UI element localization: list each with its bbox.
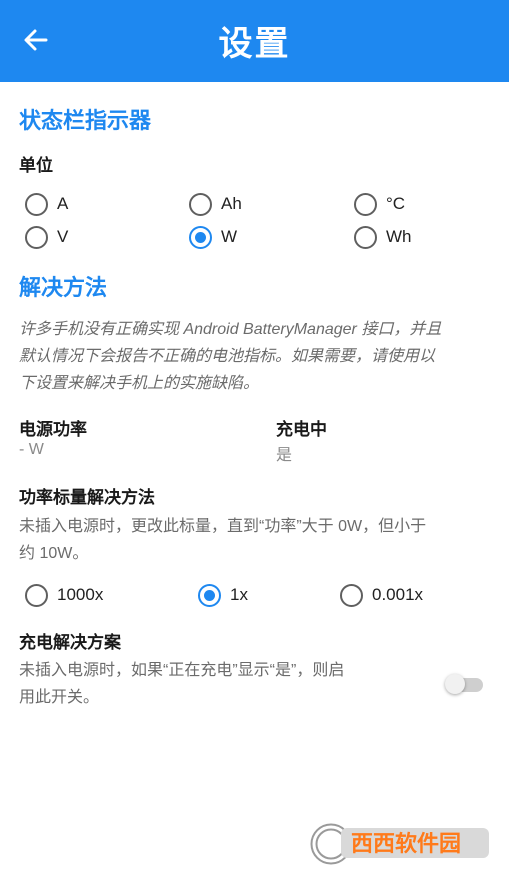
radio-circle (198, 583, 221, 607)
radio-circle (189, 192, 212, 216)
unit-radio-w[interactable]: W (189, 223, 237, 251)
watermark-subtext: CR173.COM (417, 858, 471, 868)
unit-radio-ah[interactable]: Ah (189, 190, 242, 218)
description-line: 用此开关。 (19, 689, 100, 706)
radio-circle (25, 225, 48, 249)
scale-radio-1x[interactable]: 1x (198, 581, 248, 609)
description-line: 默认情况下会报告不正确的电池指标。如果需要，请使用以 (19, 348, 436, 365)
unit-radio-label: A (57, 194, 69, 213)
description-line: 未插入电源时，更改此标量，直到“功率”大于 0W，但小于 (19, 518, 427, 535)
workaround-description: 许多手机没有正确实现 Android BatteryManager 接口，并且 … (19, 316, 497, 397)
unit-radio-label: Ah (221, 194, 242, 213)
unit-label: 单位 (19, 156, 53, 175)
power-scale-description: 未插入电源时，更改此标量，直到“功率”大于 0W，但小于 约 10W。 (19, 513, 497, 567)
scale-radio-label: 0.001x (372, 585, 424, 604)
description-line: 下设置来解决手机上的实施缺陷。 (19, 375, 260, 392)
unit-radio-label: W (221, 227, 238, 246)
radio-circle (354, 192, 377, 216)
charge-fix-toggle[interactable] (445, 674, 483, 694)
section-title-workaround: 解决方法 (19, 275, 108, 300)
unit-radio-wh[interactable]: Wh (354, 223, 412, 251)
unit-radio-label: Wh (386, 227, 412, 246)
unit-radio-a[interactable]: A (25, 190, 68, 218)
section-title-status-indicator: 状态栏指示器 (19, 108, 152, 133)
unit-radio-label: °C (386, 194, 406, 213)
charge-fix-title: 充电解决方案 (19, 633, 121, 652)
charging-label: 充电中 (276, 420, 327, 439)
power-scale-title: 功率标量解决方法 (19, 488, 155, 507)
toggle-thumb (445, 674, 465, 694)
page-title: 设置 (218, 25, 291, 63)
unit-radio-celsius[interactable]: °C (354, 190, 405, 218)
charging-value: 是 (276, 447, 293, 464)
scale-radio-label: 1000x (57, 585, 104, 604)
watermark-logo: 西西软件园 CR173.COM (310, 823, 489, 868)
radio-circle (25, 583, 48, 607)
scale-radio-0001x[interactable]: 0.001x (340, 581, 423, 609)
power-label: 电源功率 (19, 420, 87, 439)
unit-radio-label: V (57, 227, 69, 246)
power-value: - W (19, 441, 44, 458)
app-bar: 设置 (0, 0, 509, 82)
scale-radio-label: 1x (230, 585, 248, 604)
description-line: 约 10W。 (19, 545, 89, 562)
radio-circle (354, 225, 377, 249)
scale-radio-1000x[interactable]: 1000x (25, 581, 103, 609)
radio-circle (25, 192, 48, 216)
unit-radio-v[interactable]: V (25, 223, 68, 251)
description-line: 许多手机没有正确实现 Android BatteryManager 接口，并且 (19, 321, 442, 338)
radio-circle (340, 583, 363, 607)
watermark-text: 西西软件园 (351, 831, 461, 857)
charge-fix-description: 未插入电源时，如果“正在充电”显示“是”，则启 用此开关。 (19, 657, 419, 711)
radio-circle (189, 225, 212, 249)
description-line: 未插入电源时，如果“正在充电”显示“是”，则启 (19, 662, 345, 679)
